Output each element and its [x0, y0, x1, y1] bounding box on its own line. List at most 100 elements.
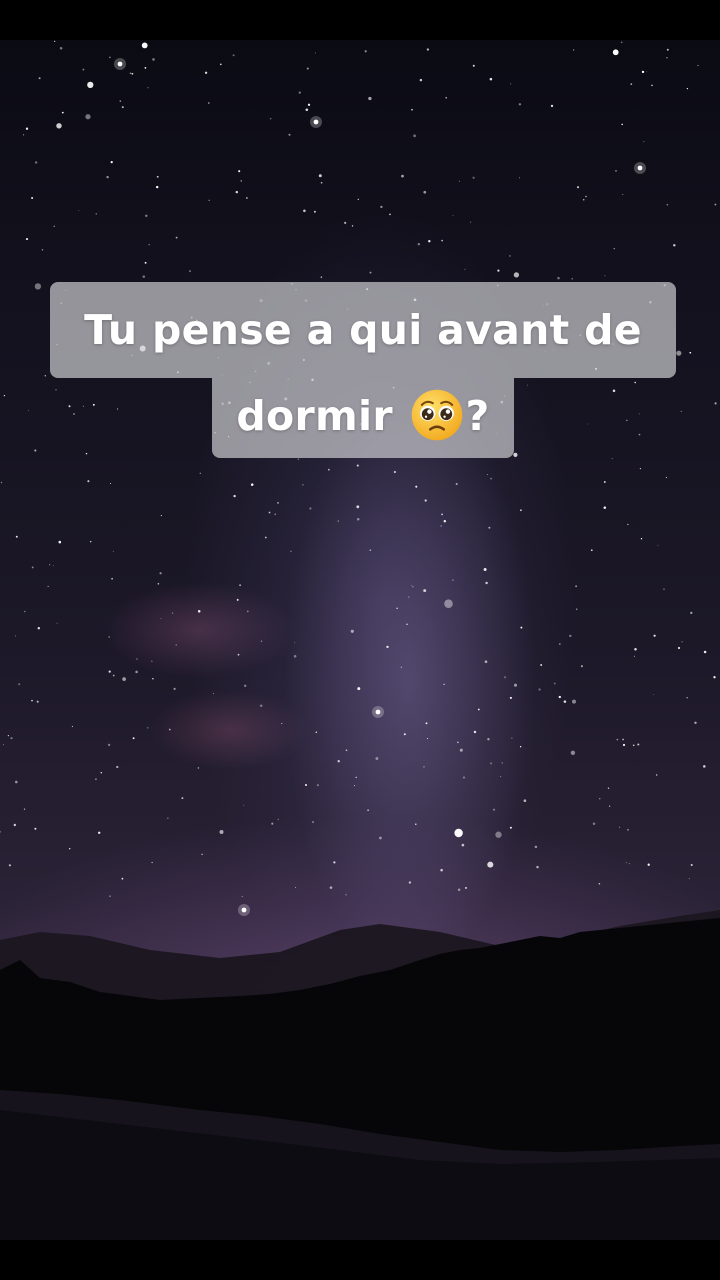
star — [620, 41, 623, 44]
star — [694, 721, 697, 725]
star — [369, 549, 372, 552]
star — [462, 776, 466, 779]
star — [582, 198, 585, 201]
star — [13, 823, 16, 827]
star — [61, 111, 64, 114]
star — [637, 743, 640, 746]
star — [484, 660, 488, 664]
star — [393, 470, 397, 474]
star — [351, 225, 354, 227]
star — [598, 882, 601, 885]
star — [473, 730, 477, 734]
star — [570, 750, 576, 755]
star — [328, 468, 330, 471]
star — [380, 205, 383, 209]
star — [411, 585, 413, 587]
star — [663, 588, 665, 590]
star — [575, 585, 577, 588]
star — [510, 83, 512, 85]
star — [677, 646, 681, 650]
star — [232, 54, 235, 57]
star — [513, 683, 518, 687]
star — [85, 114, 91, 120]
star — [295, 886, 296, 888]
star — [38, 77, 41, 80]
star — [87, 81, 94, 89]
star — [31, 196, 34, 200]
star — [686, 87, 689, 90]
star — [131, 72, 134, 75]
star — [540, 664, 543, 666]
star — [37, 626, 41, 630]
star — [290, 550, 292, 553]
star — [357, 198, 359, 201]
star — [441, 239, 443, 242]
star — [626, 419, 628, 421]
star — [379, 836, 382, 840]
star — [615, 170, 617, 172]
star — [302, 483, 304, 486]
star — [345, 893, 347, 896]
star — [121, 106, 124, 109]
star — [108, 636, 111, 638]
star — [31, 699, 33, 702]
star — [513, 272, 520, 278]
star — [563, 700, 567, 703]
star — [116, 765, 119, 769]
star — [571, 278, 573, 280]
star — [31, 566, 34, 569]
star — [109, 56, 111, 59]
star — [526, 384, 528, 386]
star — [318, 174, 322, 178]
star — [204, 71, 208, 74]
star — [356, 505, 360, 509]
star — [640, 538, 643, 540]
star — [452, 214, 454, 216]
star — [464, 268, 466, 270]
star — [23, 610, 26, 613]
lake-reflection — [0, 1080, 720, 1240]
star — [665, 476, 667, 479]
star — [443, 519, 447, 523]
caption-line-2: dormir ? — [212, 378, 514, 458]
star — [634, 381, 636, 384]
star — [297, 458, 300, 461]
star — [47, 585, 49, 587]
star — [613, 248, 615, 250]
star — [337, 520, 339, 522]
star — [428, 239, 431, 243]
star — [243, 684, 247, 688]
star — [314, 52, 316, 54]
star — [78, 210, 80, 212]
star — [489, 77, 493, 81]
star — [36, 700, 39, 703]
star — [0, 481, 3, 484]
star — [238, 170, 241, 173]
star — [160, 515, 162, 517]
star — [117, 408, 119, 410]
star — [441, 513, 444, 516]
star — [357, 687, 361, 691]
star — [34, 449, 37, 452]
star — [557, 276, 560, 280]
star — [344, 221, 347, 224]
star — [497, 269, 500, 272]
star — [472, 64, 475, 67]
star — [492, 808, 496, 811]
video-frame[interactable]: Tu pense a qui avant de dormir ? — [0, 0, 720, 1280]
star — [643, 141, 645, 143]
star — [152, 677, 154, 680]
star — [396, 607, 398, 610]
star — [7, 734, 10, 737]
star — [303, 209, 306, 213]
star — [509, 696, 512, 699]
star — [452, 579, 454, 581]
star — [10, 737, 13, 740]
star — [307, 103, 311, 106]
star — [627, 523, 629, 526]
caption-line-1: Tu pense a qui avant de — [50, 282, 676, 378]
star — [641, 70, 645, 74]
star — [368, 96, 372, 101]
star — [320, 181, 323, 184]
caption-line-2-suffix: ? — [465, 392, 490, 440]
